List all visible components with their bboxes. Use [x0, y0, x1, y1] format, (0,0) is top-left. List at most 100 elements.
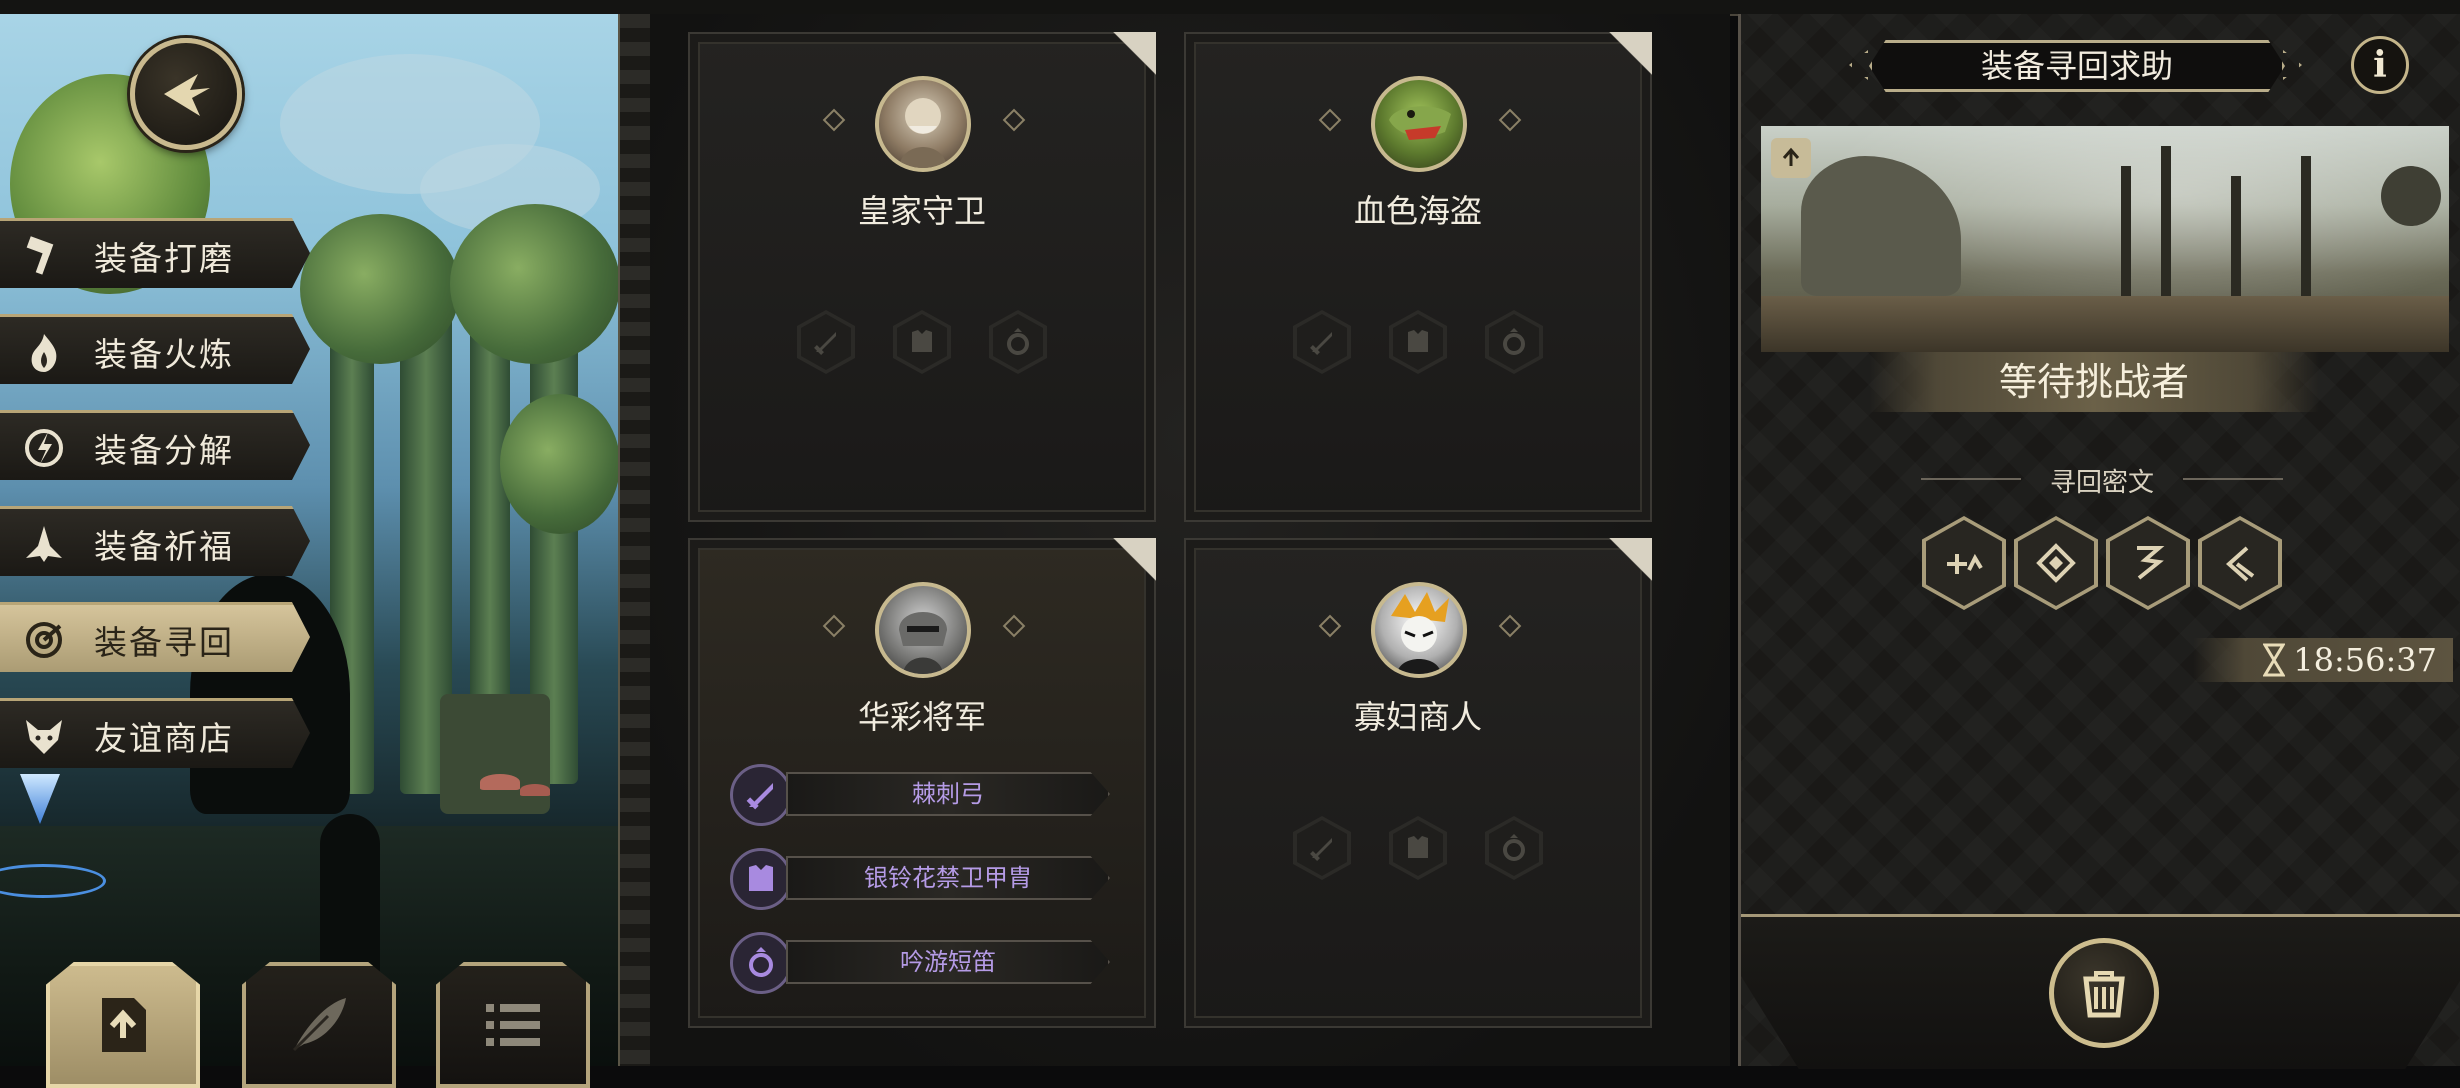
path-ground [1761, 296, 2449, 352]
diamond-ornament [1498, 108, 1522, 132]
secret-glyph[interactable] [2014, 516, 2098, 610]
corner-fold [1086, 538, 1156, 608]
ring-icon [1503, 834, 1525, 861]
armor-slot[interactable] [893, 310, 951, 374]
hero-name: 皇家守卫 [857, 192, 986, 230]
corner-fold [1086, 32, 1156, 102]
sword-icon [814, 332, 836, 355]
retrieve-help-panel: 装备寻回求助 i 等待挑战者 寻回密文 18:56:37 [1738, 14, 2460, 1069]
hero-card-blood-pirate[interactable]: 血色海盗 [1184, 32, 1652, 522]
equipment-row[interactable]: 银铃花禁卫甲胄 [730, 848, 1130, 910]
feather-icon [292, 998, 346, 1052]
pray-hands-icon [14, 514, 74, 574]
menu-item-disassemble[interactable]: 装备分解 [0, 410, 310, 480]
stage-preview-image [1761, 126, 2449, 352]
mushroom [520, 784, 550, 796]
portal-marker-icon [20, 774, 60, 824]
ornamental-divider [618, 14, 652, 1066]
armor-slot[interactable] [1389, 816, 1447, 880]
fox-icon [14, 706, 74, 766]
menu-item-label: 装备打磨 [94, 239, 234, 278]
menu-item-retrieve[interactable]: 装备寻回 [0, 602, 310, 672]
hero-card-general[interactable]: 华彩将军 棘刺弓 银铃花禁卫甲胄 吟游短笛 [688, 538, 1156, 1028]
diamond-ornament [822, 614, 846, 638]
hero-name: 寡妇商人 [1353, 698, 1482, 736]
equipment-name: 吟游短笛 [786, 940, 1110, 984]
accessory-slot[interactable] [1485, 816, 1543, 880]
hero-name: 血色海盗 [1353, 192, 1482, 230]
tree-foliage [450, 204, 618, 364]
upload-doc-icon [102, 998, 146, 1052]
ring-icon [1503, 328, 1525, 355]
list-icon [486, 1004, 540, 1046]
hero-card-widow-merchant[interactable]: 寡妇商人 [1184, 538, 1652, 1028]
menu-item-polish[interactable]: 装备打磨 [0, 218, 310, 288]
armor-icon [730, 848, 792, 910]
secret-code-label: 寻回密文 [2049, 468, 2154, 498]
ring-icon [1007, 328, 1029, 355]
hourglass-icon [2263, 643, 2286, 677]
hero-card-royal-guard[interactable]: 皇家守卫 [688, 32, 1156, 522]
secret-glyph-row [1741, 516, 2460, 610]
pod [2381, 166, 2441, 226]
info-button[interactable]: i [2351, 36, 2409, 94]
flame-icon [14, 322, 74, 382]
panel-title: 装备寻回求助 [1869, 40, 2285, 92]
secret-glyph[interactable] [2198, 516, 2282, 610]
weapon-slot[interactable] [1293, 816, 1351, 880]
royal-guard-portrait [875, 76, 971, 172]
weapon-slot[interactable] [797, 310, 855, 374]
ring-icon [730, 932, 792, 994]
diamond-ornament [1318, 108, 1342, 132]
corner-fold [1582, 32, 1652, 102]
stump-house [440, 694, 550, 814]
equipment-slots [1186, 816, 1650, 880]
tree-foliage [300, 214, 460, 364]
equipment-row[interactable]: 吟游短笛 [730, 932, 1130, 994]
countdown-timer: 18:56:37 [2193, 638, 2453, 682]
equipment-slots [1186, 310, 1650, 374]
menu-item-label: 装备分解 [94, 431, 234, 470]
armor-slot[interactable] [1389, 310, 1447, 374]
diamond-ornament [1498, 614, 1522, 638]
share-badge[interactable] [1771, 138, 1811, 178]
armor-icon [1408, 330, 1428, 352]
back-button[interactable] [130, 38, 242, 150]
mushroom [480, 774, 520, 790]
sword-icon [1310, 332, 1332, 355]
menu-item-bless[interactable]: 装备祈福 [0, 506, 310, 576]
equipment-slots [690, 310, 1154, 374]
title-arrow-right [2283, 50, 2302, 80]
upload-arrow-icon [1782, 147, 1800, 166]
menu-item-label: 装备祈福 [94, 527, 234, 566]
equipment-row[interactable]: 棘刺弓 [730, 764, 1130, 826]
armor-icon [1408, 836, 1428, 858]
feather-button[interactable] [242, 962, 396, 1088]
tree-foliage [500, 394, 618, 534]
target-icon [14, 610, 74, 670]
armor-icon [912, 330, 932, 352]
accessory-slot[interactable] [989, 310, 1047, 374]
glyph-3-icon [2137, 546, 2165, 580]
hero-name: 华彩将军 [857, 698, 986, 736]
list-button[interactable] [436, 962, 590, 1088]
menu-item-firing[interactable]: 装备火炼 [0, 314, 310, 384]
secret-glyph[interactable] [2106, 516, 2190, 610]
weapon-slot[interactable] [1293, 310, 1351, 374]
secret-glyph[interactable] [1922, 516, 2006, 610]
timer-text: 18:56:37 [2293, 641, 2437, 679]
menu-item-label: 装备火炼 [94, 335, 234, 374]
recycle-bin-icon [2083, 971, 2125, 1018]
blood-pirate-portrait [1371, 76, 1467, 172]
back-arrow-icon [164, 74, 210, 116]
sword-icon [730, 764, 792, 826]
glyph-4-icon [2225, 546, 2255, 582]
upload-button[interactable] [46, 962, 200, 1088]
glyph-2-icon [2036, 543, 2076, 583]
general-portrait [875, 582, 971, 678]
menu-item-friendship-shop[interactable]: 友谊商店 [0, 698, 310, 768]
recycle-button[interactable] [2049, 938, 2159, 1048]
glyph-1-icon [1947, 553, 1983, 574]
accessory-slot[interactable] [1485, 310, 1543, 374]
widow-merchant-portrait [1371, 582, 1467, 678]
